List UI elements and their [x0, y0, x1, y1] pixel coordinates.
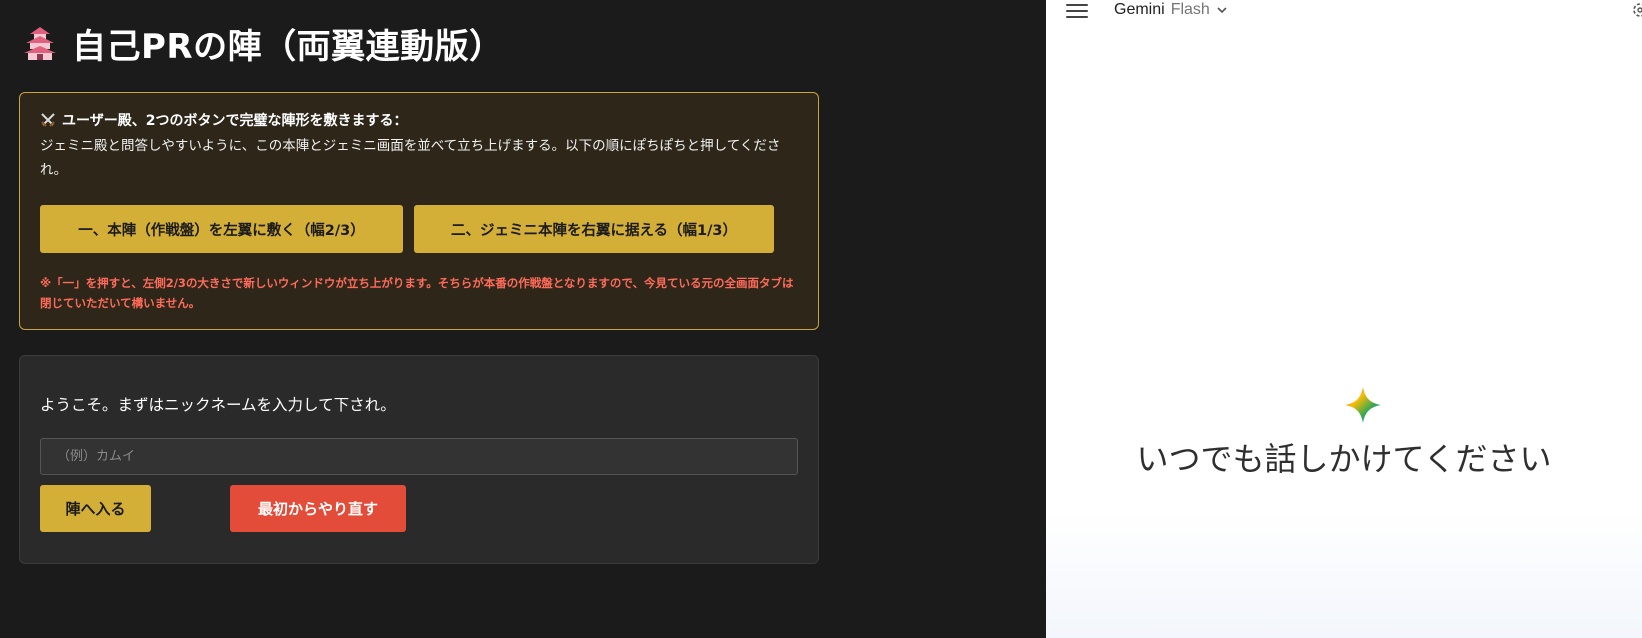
- settings-icon[interactable]: [1631, 1, 1642, 19]
- deploy-right-wing-button[interactable]: 二、ジェミニ本陣を右翼に据える（幅1/3）: [414, 205, 774, 253]
- instructions-heading: ユーザー殿、2つのボタンで完璧な陣形を敷きまする：: [40, 110, 407, 130]
- model-variant: Flash: [1170, 1, 1210, 18]
- instructions-heading-text: ユーザー殿、2つのボタンで完璧な陣形を敷きまする：: [62, 113, 408, 129]
- app-pane: 自己PRの陣（両翼連動版） ユーザー殿、2つのボタンで完璧な陣形を敷きまする： …: [0, 0, 1046, 638]
- instructions-panel: ユーザー殿、2つのボタンで完璧な陣形を敷きまする： ジェミニ殿と問答しやすいよう…: [19, 92, 819, 330]
- gemini-pane: Gemini Flash いつでも話しかけてください: [1046, 0, 1642, 638]
- welcome-card: ようこそ。まずはニックネームを入力して下され。 陣へ入る 最初からやり直す: [19, 355, 819, 564]
- nickname-input[interactable]: [40, 438, 798, 475]
- page-title-text: 自己PRの陣（両翼連動版）: [72, 26, 504, 67]
- menu-icon[interactable]: [1066, 2, 1088, 20]
- instructions-body: ジェミニ殿と問答しやすいように、この本陣とジェミニ画面を並べて立ち上げまする。以…: [40, 138, 781, 178]
- window-warning: ※「一」を押すと、左側2/3の大きさで新しいウィンドウが立ち上がります。そちらが…: [40, 276, 794, 310]
- castle-icon: [24, 27, 56, 60]
- page-title: 自己PRの陣（両翼連動版）: [22, 20, 504, 67]
- gemini-spark-icon: [1345, 387, 1381, 423]
- greeting-text: いつでも話しかけてください: [1136, 440, 1552, 478]
- model-selector[interactable]: Gemini Flash: [1114, 1, 1228, 19]
- crossed-swords-icon: [41, 113, 55, 127]
- model-name: Gemini: [1114, 1, 1165, 18]
- reset-button[interactable]: 最初からやり直す: [230, 485, 406, 532]
- chevron-down-icon: [1217, 7, 1227, 14]
- enter-button[interactable]: 陣へ入る: [40, 485, 151, 532]
- deploy-left-wing-button[interactable]: 一、本陣（作戦盤）を左翼に敷く（幅2/3）: [40, 205, 403, 253]
- welcome-message: ようこそ。まずはニックネームを入力して下され。: [40, 396, 396, 414]
